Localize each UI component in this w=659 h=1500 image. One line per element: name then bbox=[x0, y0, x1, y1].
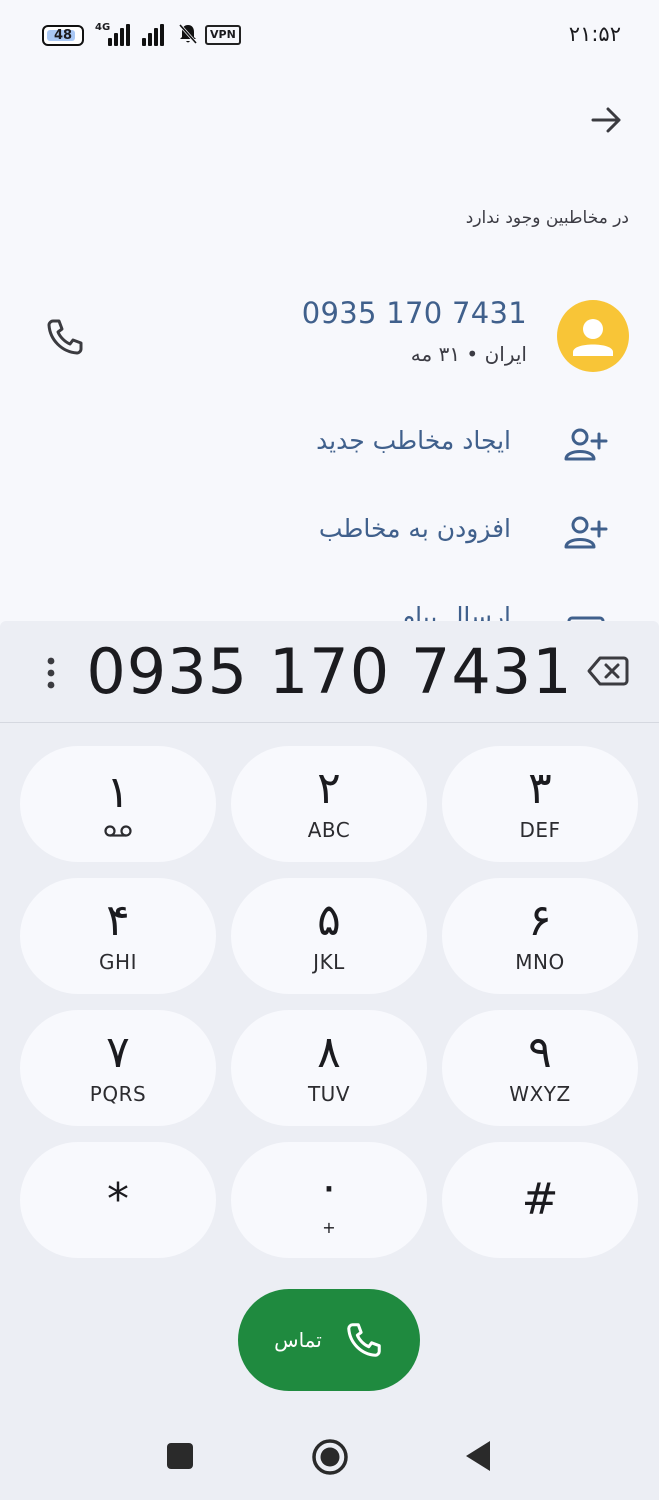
key-letters: WXYZ bbox=[509, 1082, 571, 1106]
key-digit: ۵ bbox=[317, 895, 341, 946]
dialpad-panel: 0935 170 7431 ۱ ۲ ABC ۳ DEF ۴ GHI ۵ JKL … bbox=[0, 621, 659, 1500]
call-button-label: تماس bbox=[274, 1328, 322, 1352]
key-digit: # bbox=[521, 1174, 559, 1225]
dialpad-key-4[interactable]: ۴ GHI bbox=[20, 878, 216, 994]
person-add-icon bbox=[564, 516, 608, 549]
dialpad-header: 0935 170 7431 bbox=[0, 621, 659, 723]
key-digit: ۶ bbox=[528, 895, 552, 946]
recents-icon[interactable] bbox=[167, 1443, 193, 1469]
battery-icon: 48 bbox=[42, 25, 84, 46]
key-letters: MNO bbox=[515, 950, 565, 974]
dialpad-key-1[interactable]: ۱ bbox=[20, 746, 216, 862]
key-digit: ۳ bbox=[528, 763, 552, 814]
contact-number: 0935 170 7431 bbox=[301, 296, 527, 330]
contact-row[interactable]: 0935 170 7431 ایران • ۳۱ مه bbox=[0, 290, 659, 390]
key-digit: ۴ bbox=[106, 895, 130, 946]
key-digit: ۱ bbox=[106, 767, 130, 818]
voicemail-icon bbox=[104, 825, 132, 837]
dialpad-key-8[interactable]: ۸ TUV bbox=[231, 1010, 427, 1126]
create-new-contact-button[interactable]: ایجاد مخاطب جدید bbox=[0, 410, 659, 480]
key-letters: TUV bbox=[307, 1082, 351, 1106]
dialpad-key-2[interactable]: ۲ ABC bbox=[231, 746, 427, 862]
not-in-contacts-text: در مخاطبین وجود ندارد bbox=[465, 208, 629, 228]
key-letters: JKL bbox=[313, 950, 345, 974]
arrow-forward-icon[interactable] bbox=[589, 102, 625, 138]
home-icon[interactable] bbox=[311, 1438, 349, 1476]
bell-off-icon bbox=[178, 24, 198, 44]
status-bar: 48 4G VPN ۲۱:۵۲ bbox=[0, 0, 659, 70]
key-letters: DEF bbox=[519, 818, 561, 842]
avatar bbox=[557, 300, 629, 372]
battery-level: 48 bbox=[53, 28, 73, 43]
key-letters: + bbox=[322, 1217, 336, 1237]
phone-icon bbox=[347, 1323, 381, 1357]
add-to-contact-label: افزودن به مخاطب bbox=[318, 514, 511, 543]
dialed-number-field[interactable]: 0935 170 7431 bbox=[0, 635, 659, 708]
dialpad-key-9[interactable]: ۹ WXYZ bbox=[442, 1010, 638, 1126]
create-new-contact-label: ایجاد مخاطب جدید bbox=[316, 426, 511, 455]
dialpad-key-7[interactable]: ۷ PQRS bbox=[20, 1010, 216, 1126]
key-digit: ۹ bbox=[528, 1027, 552, 1078]
dialpad-key-0[interactable]: ۰ + bbox=[231, 1142, 427, 1258]
key-letters: PQRS bbox=[89, 1082, 147, 1106]
phone-icon[interactable] bbox=[44, 316, 86, 358]
backspace-icon[interactable] bbox=[587, 653, 629, 689]
key-digit: ۰ bbox=[317, 1160, 341, 1212]
key-digit: ۷ bbox=[106, 1027, 130, 1078]
dialpad-key-5[interactable]: ۵ JKL bbox=[231, 878, 427, 994]
signal-icon-2 bbox=[142, 24, 164, 46]
key-digit: * bbox=[107, 1174, 129, 1225]
key-letters: ABC bbox=[307, 818, 351, 842]
key-letters: GHI bbox=[99, 950, 137, 974]
contact-meta: ایران • ۳۱ مه bbox=[410, 342, 527, 366]
clock: ۲۱:۵۲ bbox=[568, 22, 621, 46]
key-digit: ۸ bbox=[317, 1027, 341, 1078]
call-button[interactable]: تماس bbox=[238, 1289, 420, 1391]
system-nav-bar bbox=[0, 1420, 659, 1500]
add-to-contact-button[interactable]: افزودن به مخاطب bbox=[0, 498, 659, 568]
person-icon bbox=[573, 319, 613, 356]
dialpad-key-star[interactable]: * bbox=[20, 1142, 216, 1258]
back-triangle-icon[interactable] bbox=[464, 1439, 492, 1473]
signal-icon bbox=[108, 24, 130, 46]
dialpad-key-hash[interactable]: # bbox=[442, 1142, 638, 1258]
key-digit: ۲ bbox=[317, 763, 341, 814]
dialpad-key-3[interactable]: ۳ DEF bbox=[442, 746, 638, 862]
person-add-icon bbox=[564, 428, 608, 461]
dialpad-key-6[interactable]: ۶ MNO bbox=[442, 878, 638, 994]
vpn-badge: VPN bbox=[205, 25, 241, 45]
